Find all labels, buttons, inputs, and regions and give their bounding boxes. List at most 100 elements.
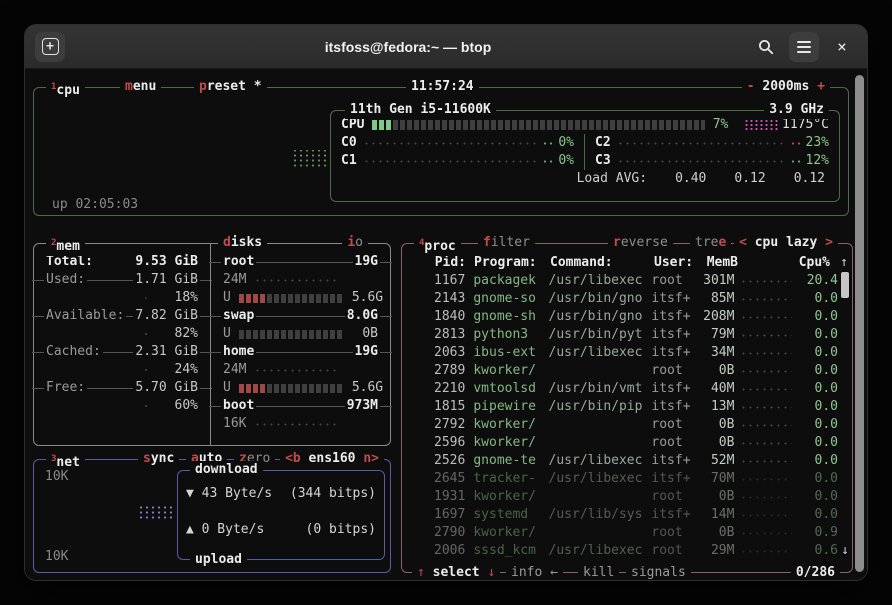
col-program[interactable]: Program:: [474, 254, 546, 272]
disks-toggle[interactable]: disks: [218, 234, 267, 252]
disk-name-row: root19G: [221, 253, 380, 271]
mem-stats: Total:9.53 GiBUsed:1.71 GiB18%Available:…: [34, 244, 210, 445]
cpu-usage-meter: [372, 120, 704, 130]
cpu-usage-percent: 7%: [713, 116, 729, 134]
mem-stat-graph: [127, 293, 165, 303]
disk-used-label: U: [221, 289, 233, 307]
disk-io-row: 24M: [221, 361, 380, 379]
process-row[interactable]: 2006 sssd_kcm /usr/libexec root 29M 0.6: [408, 542, 838, 560]
menu-button-btop[interactable]: menu: [120, 78, 161, 96]
process-row[interactable]: 2596 kworker/ root 0B 0.0: [408, 434, 838, 452]
mem-stat-percent-row: 60%: [44, 397, 200, 415]
terminal-scrollbar[interactable]: [855, 75, 864, 572]
mem-stat-percent: 24%: [173, 361, 200, 379]
process-row[interactable]: 1697 systemd /usr/lib/sys itsf+ 14M 0.0: [408, 506, 838, 524]
search-button[interactable]: [751, 32, 781, 62]
io-mode-toggle[interactable]: io: [342, 234, 368, 252]
process-cpu-graph: [740, 387, 792, 392]
col-command[interactable]: Command:: [550, 254, 650, 272]
mem-stat-value: 1.71 GiB: [133, 271, 200, 289]
process-row[interactable]: 1840 gnome-sh /usr/bin/gno itsf+ 208M 0.…: [408, 308, 838, 326]
process-cpu-graph: [740, 315, 792, 320]
mem-stat-graph: [127, 401, 165, 411]
process-row[interactable]: 1167 packagek /usr/libexec root 301M 20.…: [408, 272, 838, 290]
upload-label: upload: [190, 551, 247, 569]
disk-io-graph: [254, 422, 340, 427]
preset-button[interactable]: preset *: [194, 78, 267, 96]
process-row[interactable]: 2526 gnome-te /usr/libexec itsf+ 52M 0.0: [408, 452, 838, 470]
process-row[interactable]: 2792 kworker/ root 0B 0.0: [408, 416, 838, 434]
process-row[interactable]: 1815 pipewire /usr/bin/pip itsf+ 13M 0.0: [408, 398, 838, 416]
core-percent: 0%: [558, 134, 574, 152]
info-button[interactable]: info ←: [506, 564, 563, 581]
cpu-temp-graph: [744, 120, 780, 131]
core-graph: [617, 141, 784, 146]
uptime-label: up 02:05:03: [48, 196, 142, 214]
col-pid[interactable]: Pid:: [408, 254, 466, 272]
search-icon: [758, 39, 774, 55]
process-row[interactable]: 2789 kworker/ root 0B 0.0: [408, 362, 838, 380]
process-row[interactable]: 2063 ibus-ext /usr/libexec itsf+ 34M 0.0: [408, 344, 838, 362]
net-scale-bottom: 10K: [42, 548, 71, 566]
process-scrollbar[interactable]: [841, 272, 849, 298]
download-label: download: [190, 461, 263, 479]
process-cpu-graph: [740, 531, 792, 536]
core-label: C2: [595, 134, 611, 152]
disk-used-value: 5.6G: [350, 289, 385, 307]
disk-used-label: U: [221, 379, 233, 397]
disk-io-graph-tail: [366, 278, 376, 283]
scroll-up-arrow-icon[interactable]: ↑: [840, 254, 848, 272]
process-row[interactable]: 2143 gnome-so /usr/bin/gno itsf+ 85M 0.0: [408, 290, 838, 308]
process-count: 0/286: [791, 564, 840, 581]
sort-column-selector[interactable]: < cpu lazy >: [734, 234, 838, 252]
tree-view-button[interactable]: tree: [690, 234, 731, 252]
col-user[interactable]: User:: [654, 254, 698, 272]
cpu-box: 1cpu menu preset * 11:57:24 - 2000ms + 1…: [33, 87, 849, 216]
refresh-rate-control[interactable]: - 2000ms +: [742, 78, 830, 96]
core-graph: [617, 159, 784, 164]
net-interface-selector[interactable]: <b ens160 n>: [280, 450, 384, 468]
select-control[interactable]: ↑ select ↓: [412, 564, 500, 581]
core-graph-tail: [790, 141, 802, 146]
cpu-box-title[interactable]: 1cpu: [46, 78, 85, 100]
filter-button[interactable]: filter: [478, 234, 535, 252]
process-row[interactable]: 2790 kworker/ root 0B 0.9: [408, 524, 838, 542]
load-average-15m: 0.12: [794, 170, 825, 188]
mem-stat-percent-row: 24%: [44, 361, 200, 379]
process-row[interactable]: 1931 kworker/ root 0B 0.0: [408, 488, 838, 506]
process-row[interactable]: 2813 python3 /usr/bin/pyt itsf+ 79M 0.0: [408, 326, 838, 344]
disk-used-label: U: [221, 325, 233, 343]
core-row-0: C0 0% C2 23%: [331, 134, 839, 152]
disk-used-row: U5.6G: [221, 289, 380, 307]
col-memb[interactable]: MemB: [698, 254, 738, 272]
process-row[interactable]: 2210 vmtoolsd /usr/bin/vmt itsf+ 40M 0.0: [408, 380, 838, 398]
process-cpu-graph: [740, 495, 792, 500]
net-option-sync[interactable]: sync: [138, 450, 179, 468]
process-cpu-graph: [740, 423, 792, 428]
close-button[interactable]: ×: [827, 32, 857, 62]
mem-stat-row: Available:7.82 GiB: [44, 307, 200, 325]
mem-box-title[interactable]: 2mem: [46, 234, 85, 256]
disk-used-row: U5.6G: [221, 379, 380, 397]
cpu-model-label: 11th Gen i5-11600K: [345, 101, 496, 119]
proc-box-title[interactable]: 4proc: [414, 234, 461, 256]
net-traffic-graph: [138, 504, 172, 520]
mem-stat-graph: [127, 365, 165, 375]
core-graph-tail: [542, 159, 554, 164]
disk-io-graph-tail: [346, 368, 362, 373]
process-cpu-graph: [740, 369, 792, 374]
col-cpu[interactable]: Cpu%: [790, 254, 830, 272]
disk-used-meter: [239, 294, 344, 303]
signals-button[interactable]: signals: [626, 564, 691, 581]
disk-name-row: swap8.0G: [221, 307, 380, 325]
new-tab-button[interactable]: +: [35, 32, 65, 62]
reverse-sort-button[interactable]: reverse: [608, 234, 673, 252]
kill-button[interactable]: kill: [578, 564, 619, 581]
mem-stat-percent-row: 82%: [44, 325, 200, 343]
menu-button[interactable]: [789, 32, 819, 62]
process-cpu-graph: [740, 405, 792, 410]
scroll-down-arrow-icon[interactable]: ↓: [841, 542, 849, 560]
process-row[interactable]: 2645 tracker- /usr/libexec itsf+ 70M 0.0: [408, 470, 838, 488]
disk-used-value: 0B: [360, 325, 380, 343]
net-rates-box: download upload ▼ 43 Byte/s (344 bitps) …: [177, 470, 385, 560]
